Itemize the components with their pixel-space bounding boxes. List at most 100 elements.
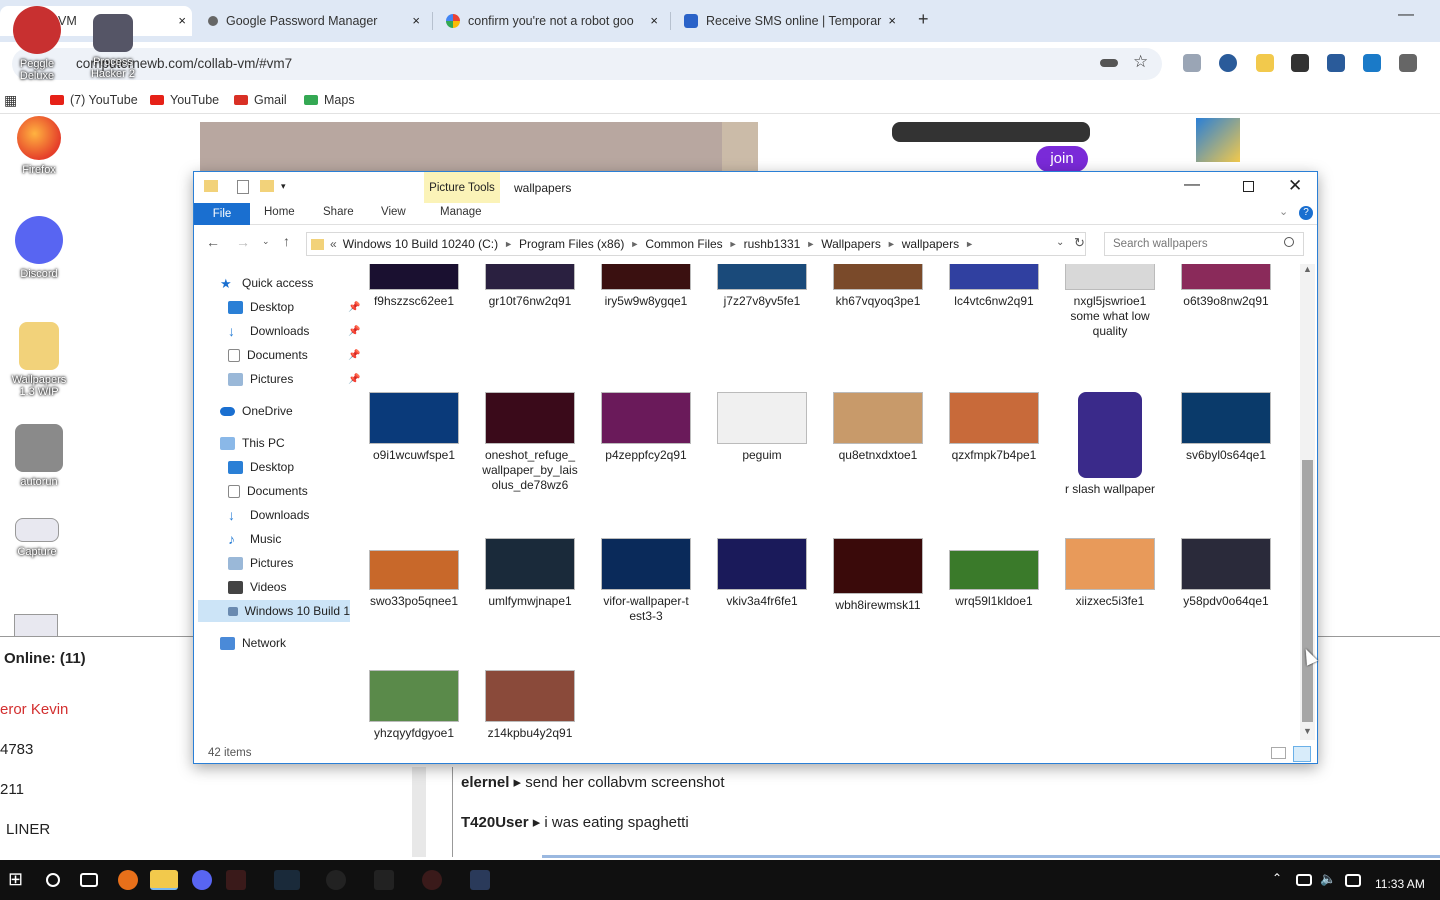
file-item[interactable]: kh67vqyoq3pe1 xyxy=(823,264,933,309)
nav-pc-music[interactable]: ♪ Music xyxy=(228,532,281,547)
nav-network[interactable]: Network xyxy=(220,636,286,650)
taskbar-explorer-icon[interactable] xyxy=(150,870,178,890)
breadcrumb-item[interactable]: Common Files xyxy=(645,237,722,251)
scroll-up-icon[interactable]: ▲ xyxy=(1303,264,1312,274)
breadcrumb-chevron-icon[interactable]: ► xyxy=(965,239,974,249)
nav-this-pc[interactable]: This PC xyxy=(220,436,285,450)
file-item[interactable]: wrq59l1kldoe1 xyxy=(939,550,1049,609)
file-item[interactable]: qzxfmpk7b4pe1 xyxy=(939,392,1049,463)
nav-pc-videos[interactable]: Videos xyxy=(228,580,286,594)
desktop-icon-capture[interactable]: Capture xyxy=(2,518,72,558)
details-view-icon[interactable] xyxy=(1271,747,1286,759)
desktop-icon-discord[interactable]: Discord xyxy=(4,216,74,280)
desktop-icon-wallpapers[interactable]: Wallpapers 1.3 WIP xyxy=(4,322,74,398)
close-tab-icon[interactable]: × xyxy=(178,13,186,28)
user-list-item[interactable]: 4783 xyxy=(0,741,33,758)
search-icon[interactable] xyxy=(46,873,60,887)
breadcrumb-chevron-icon[interactable]: ► xyxy=(806,239,815,249)
breadcrumb-chevron-icon[interactable]: ► xyxy=(729,239,738,249)
taskbar-app-icon[interactable] xyxy=(470,870,490,890)
extension-vpn-icon[interactable] xyxy=(1219,54,1237,72)
file-item[interactable]: wbh8irewmsk11 xyxy=(823,538,933,613)
address-dropdown-icon[interactable]: ⌄ xyxy=(1056,237,1064,248)
file-item[interactable]: f9hszzsc62ee1 xyxy=(359,264,469,309)
nav-pc-downloads[interactable]: ↓ Downloads xyxy=(228,508,309,523)
up-arrow-icon[interactable]: ↑ xyxy=(283,233,290,249)
nav-pc-pictures[interactable]: Pictures xyxy=(228,556,293,570)
breadcrumb-chevron-icon[interactable]: ► xyxy=(887,239,896,249)
nav-qa-documents[interactable]: Documents 📌 xyxy=(228,348,360,362)
file-item[interactable]: o9i1wcuwfspe1 xyxy=(359,392,469,463)
recent-locations-icon[interactable]: ⌄ xyxy=(262,236,270,247)
user-list-item[interactable]: LINER xyxy=(6,821,50,838)
volume-muted-icon[interactable]: 🔈 xyxy=(1320,871,1340,891)
refresh-icon[interactable]: ↻ xyxy=(1074,235,1085,251)
breadcrumb-item[interactable]: Program Files (x86) xyxy=(519,237,624,251)
network-icon[interactable] xyxy=(1296,874,1312,886)
vertical-scrollbar[interactable]: ▲ ▼ xyxy=(1300,264,1315,740)
file-item[interactable]: o6t39o8nw2q91 xyxy=(1171,264,1281,309)
properties-quick-icon[interactable] xyxy=(237,180,249,194)
chat-username[interactable]: T420User xyxy=(461,814,529,831)
bookmark-youtube-7[interactable]: (7) YouTube xyxy=(50,93,138,107)
user-list-item[interactable]: 211 xyxy=(0,781,24,798)
new-tab-button[interactable]: + xyxy=(918,9,929,30)
bookmark-maps[interactable]: Maps xyxy=(304,93,355,107)
taskbar-discord-icon[interactable] xyxy=(192,870,212,890)
search-input[interactable]: Search wallpapers xyxy=(1104,232,1304,256)
file-item[interactable]: swo33po5qnee1 xyxy=(359,550,469,609)
minimize-button[interactable]: — xyxy=(1184,176,1200,194)
file-item[interactable]: gr10t76nw2q91 xyxy=(475,264,585,309)
installer-icon[interactable] xyxy=(1196,118,1240,162)
chat-scroll-indicator[interactable] xyxy=(542,855,1440,858)
file-item[interactable]: umlfymwjnape1 xyxy=(475,538,585,609)
file-item[interactable]: yhzqyyfdgyoe1 xyxy=(359,670,469,740)
forward-arrow-icon[interactable]: → xyxy=(236,234,250,250)
extension-light-icon[interactable] xyxy=(1256,54,1274,72)
file-item[interactable]: peguim xyxy=(707,392,817,463)
maximize-button[interactable] xyxy=(1243,181,1254,192)
breadcrumb-item[interactable]: wallpapers xyxy=(902,237,959,251)
extension-sync-icon[interactable] xyxy=(1363,54,1381,72)
start-windows-icon[interactable]: ⊞ xyxy=(8,869,28,889)
file-item[interactable]: vifor-wallpaper-t est3-3 xyxy=(591,538,701,624)
file-item[interactable]: qu8etnxdxtoe1 xyxy=(823,392,933,463)
apps-grid-icon[interactable]: ▦ xyxy=(4,92,17,109)
taskbar-app-icon[interactable] xyxy=(274,870,300,890)
tab-password-manager[interactable]: Google Password Manager × xyxy=(198,6,426,36)
file-item[interactable]: xiizxec5i3fe1 xyxy=(1055,538,1165,609)
taskbar-app-icon[interactable] xyxy=(226,870,246,890)
desktop-icon-peggle[interactable]: Peggle Deluxe xyxy=(2,6,72,82)
scrollbar-thumb[interactable] xyxy=(1302,460,1313,722)
bookmark-youtube[interactable]: YouTube xyxy=(150,93,219,107)
close-tab-icon[interactable]: × xyxy=(412,13,420,28)
desktop-icon-process-hacker[interactable]: Process Hacker 2 xyxy=(78,14,148,80)
breadcrumb-item[interactable]: Windows 10 Build 10240 (C:) xyxy=(343,237,498,251)
tab-view[interactable]: View xyxy=(381,206,406,218)
file-item[interactable]: vkiv3a4fr6fe1 xyxy=(707,538,817,609)
breadcrumb-item[interactable]: rushb1331 xyxy=(744,237,801,251)
quick-access-toolbar-dropdown-icon[interactable]: ▾ xyxy=(281,181,286,192)
scroll-down-icon[interactable]: ▼ xyxy=(1303,726,1312,736)
breadcrumb-chevron-icon[interactable]: ► xyxy=(504,239,513,249)
desktop-icon-firefox[interactable]: Firefox xyxy=(4,116,74,176)
breadcrumb[interactable]: « Windows 10 Build 10240 (C:) ► Program F… xyxy=(306,232,1086,256)
tab-home[interactable]: Home xyxy=(264,206,295,218)
desktop-icon-autorun[interactable]: autorun xyxy=(4,424,74,488)
taskbar-app-icon[interactable] xyxy=(374,870,394,890)
file-item[interactable]: p4zeppfcy2q91 xyxy=(591,392,701,463)
file-item[interactable]: iry5w9w8ygqe1 xyxy=(591,264,701,309)
file-item[interactable]: oneshot_refuge_ wallpaper_by_lais olus_d… xyxy=(475,392,585,493)
clock[interactable]: 11:33 AM xyxy=(1375,877,1425,891)
close-button[interactable]: ✕ xyxy=(1288,176,1302,196)
expand-ribbon-icon[interactable]: ⌄ xyxy=(1279,205,1288,218)
tab-robot-check[interactable]: confirm you're not a robot goo × xyxy=(436,6,664,36)
extensions-puzzle-icon[interactable] xyxy=(1399,54,1417,72)
nav-qa-desktop[interactable]: Desktop 📌 xyxy=(228,300,360,314)
file-item[interactable]: z14kpbu4y2q91 xyxy=(475,670,585,740)
minimize-browser-button[interactable]: — xyxy=(1398,6,1414,24)
settings-gear-icon[interactable] xyxy=(326,870,346,890)
file-item[interactable]: nxgl5jswrioe1 some what low quality xyxy=(1055,264,1165,339)
nav-qa-pictures[interactable]: Pictures 📌 xyxy=(228,372,360,386)
capture-shortcut-icon[interactable] xyxy=(14,614,58,638)
